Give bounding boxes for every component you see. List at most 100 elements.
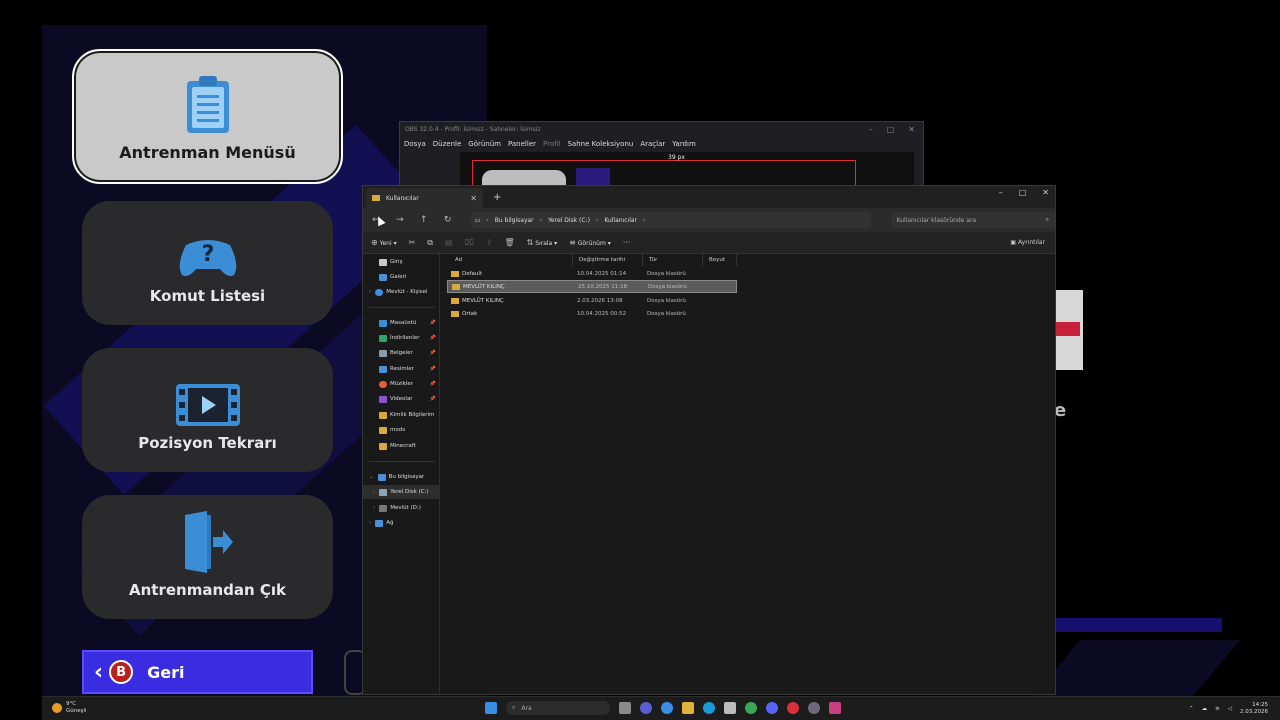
table-row[interactable]: Default 10.04.2025 01:14 Dosya klasörü xyxy=(447,267,737,280)
table-row[interactable]: Ortak 10.04.2025 00:52 Dosya klasörü xyxy=(447,307,737,320)
desktop-icon xyxy=(379,319,387,327)
nav-item-desktop[interactable]: Masaüstü 📌 xyxy=(363,316,440,330)
nav-item-credentials[interactable]: Kimlik Bilgilerim xyxy=(363,408,440,422)
start-icon[interactable] xyxy=(485,702,497,714)
taskbar-search[interactable]: ⌕ Ara xyxy=(506,701,610,715)
refresh-icon[interactable]: ↻ xyxy=(443,215,453,225)
folder-icon xyxy=(379,411,387,419)
obs-menu-file[interactable]: Dosya xyxy=(404,140,426,148)
search-box[interactable]: Kullanıcılar klasöründe ara ⌕ xyxy=(890,212,1056,228)
obs-menu-tools[interactable]: Araçlar xyxy=(640,140,665,148)
up-arrow-icon[interactable]: ↑ xyxy=(419,215,429,225)
nav-item-videos[interactable]: Videolar 📌 xyxy=(363,392,440,406)
rename-icon[interactable]: ⌧ xyxy=(465,238,474,247)
table-row[interactable]: MEVLÜT KILINÇ 25.10.2025 11:18 Dosya kla… xyxy=(447,280,737,293)
menu-button-position-replay[interactable]: Pozisyon Tekrarı xyxy=(82,348,333,472)
app-icon[interactable] xyxy=(787,702,799,714)
clock[interactable]: 14:25 2.03.2026 xyxy=(1240,702,1268,716)
nav-item-minecraft[interactable]: Minecraft xyxy=(363,439,440,453)
address-bar[interactable]: ▭ › Bu bilgisayar › Yerel Disk (C:) › Ku… xyxy=(470,212,871,228)
breadcrumb-separator: › xyxy=(486,216,489,224)
new-button[interactable]: ⊕ Yeni ▾ xyxy=(371,238,397,247)
file-explorer-window[interactable]: Kullanıcılar ✕ + – □ ✕ ← → ↑ ↻ ▭ › Bu bi… xyxy=(362,185,1056,695)
minimize-icon[interactable]: – xyxy=(869,125,873,134)
nav-item-drive-d[interactable]: › Mevlüt (D:) xyxy=(363,501,440,515)
sort-button[interactable]: ⇅ Sırala ▾ xyxy=(527,238,558,247)
cut-icon[interactable]: ✂ xyxy=(409,238,416,247)
paste-icon[interactable]: ▤ xyxy=(445,238,453,247)
weather-widget[interactable]: 9°C Güneşli xyxy=(52,701,87,715)
nav-item-pictures[interactable]: Resimler 📌 xyxy=(363,362,440,376)
discord-icon[interactable] xyxy=(766,702,778,714)
more-icon[interactable]: ··· xyxy=(623,238,631,247)
obs-menu-scene-collection[interactable]: Sahne Koleksiyonu xyxy=(567,140,633,148)
maximize-icon[interactable]: □ xyxy=(887,125,895,134)
copy-icon[interactable]: ⧉ xyxy=(427,238,433,248)
menu-button-training-menu[interactable]: Antrenman Menüsü xyxy=(72,49,343,184)
chrome-icon[interactable] xyxy=(745,702,757,714)
chevron-right-icon[interactable]: › xyxy=(373,505,375,511)
copilot-icon[interactable] xyxy=(661,702,673,714)
file-explorer-icon[interactable] xyxy=(682,702,694,714)
obs-menu-docks[interactable]: Paneller xyxy=(508,140,536,148)
details-button[interactable]: ▣ Ayrıntılar xyxy=(1010,239,1045,246)
chevron-right-icon[interactable]: › xyxy=(373,489,375,495)
app-icon-2[interactable] xyxy=(829,702,841,714)
explorer-tabbar: Kullanıcılar ✕ + – □ ✕ xyxy=(363,186,1055,208)
nav-item-documents[interactable]: Belgeler 📌 xyxy=(363,346,440,360)
nav-item-network[interactable]: › Ağ xyxy=(363,516,440,530)
gallery-icon xyxy=(379,273,387,281)
chevron-up-icon[interactable]: ⌃ xyxy=(1189,706,1194,712)
maximize-icon[interactable]: □ xyxy=(1019,188,1027,197)
close-tab-icon[interactable]: ✕ xyxy=(470,194,477,203)
nav-item-mods[interactable]: mods xyxy=(363,423,440,437)
task-view-icon[interactable] xyxy=(619,702,631,714)
obs-preview-canvas[interactable]: 39 px xyxy=(460,152,914,186)
nav-item-music[interactable]: Müzikler 📌 xyxy=(363,377,440,391)
chevron-right-icon[interactable]: › xyxy=(369,289,371,295)
nav-item-home[interactable]: Giriş xyxy=(363,255,440,269)
nav-item-this-pc[interactable]: ⌄ Bu bilgisayar xyxy=(363,470,440,484)
breadcrumb-local-disk[interactable]: Yerel Disk (C:) xyxy=(548,217,590,224)
back-button[interactable]: ‹ B Geri xyxy=(82,650,313,694)
chevron-down-icon[interactable]: ⌄ xyxy=(369,474,374,480)
plus-circle-icon: ⊕ xyxy=(371,238,378,247)
column-header-size[interactable]: Boyut xyxy=(703,254,737,266)
teams-icon[interactable] xyxy=(640,702,652,714)
volume-icon[interactable]: ◁ xyxy=(1228,706,1232,712)
nav-label: Müzikler xyxy=(390,381,414,387)
nav-item-onedrive[interactable]: › Mevlüt - Kişisel xyxy=(363,285,440,299)
view-button[interactable]: ≡ Görünüm ▾ xyxy=(569,238,611,247)
nav-item-local-disk[interactable]: › Yerel Disk (C:) xyxy=(363,485,440,499)
obs-menu-view[interactable]: Görünüm xyxy=(468,140,501,148)
cloud-icon[interactable]: ☁ xyxy=(1202,706,1208,712)
table-row[interactable]: MEVLÜT KILINÇ 2.03.2026 13:08 Dosya klas… xyxy=(447,294,737,307)
obs-menu-edit[interactable]: Düzenle xyxy=(433,140,462,148)
obs-window[interactable]: OBS 32.0.4 - Profil: İsimsiz - Sahneler:… xyxy=(399,121,924,187)
delete-icon[interactable]: 🗑 xyxy=(504,238,514,247)
nav-item-gallery[interactable]: Galeri xyxy=(363,270,440,284)
forward-arrow-icon[interactable]: → xyxy=(395,215,405,225)
sort-icon: ⇅ xyxy=(526,238,534,247)
column-header-name[interactable]: Ad xyxy=(449,254,573,266)
minimize-icon[interactable]: – xyxy=(999,188,1003,197)
obs-icon[interactable] xyxy=(808,702,820,714)
nav-item-downloads[interactable]: İndirilenler 📌 xyxy=(363,331,440,345)
column-header-type[interactable]: Tür xyxy=(643,254,703,266)
close-icon[interactable]: ✕ xyxy=(1042,188,1049,197)
obs-menu-profile[interactable]: Profil xyxy=(543,140,560,148)
close-icon[interactable]: ✕ xyxy=(908,125,915,134)
obs-menu-help[interactable]: Yardım xyxy=(672,140,696,148)
explorer-tab[interactable]: Kullanıcılar ✕ xyxy=(366,188,483,208)
chevron-right-icon[interactable]: › xyxy=(369,520,371,526)
edge-icon[interactable] xyxy=(703,702,715,714)
breadcrumb-this-pc[interactable]: Bu bilgisayar xyxy=(495,217,534,224)
store-icon[interactable] xyxy=(724,702,736,714)
menu-button-exit-training[interactable]: Antrenmandan Çık xyxy=(82,495,333,619)
wifi-icon[interactable]: ≋ xyxy=(1215,706,1220,712)
new-tab-icon[interactable]: + xyxy=(493,192,501,203)
menu-button-command-list[interactable]: ? Komut Listesi xyxy=(82,201,333,325)
breadcrumb-users[interactable]: Kullanıcılar xyxy=(604,217,637,224)
column-header-date[interactable]: Değiştirme tarihi xyxy=(573,254,643,266)
share-icon[interactable]: ⇪ xyxy=(486,238,493,247)
